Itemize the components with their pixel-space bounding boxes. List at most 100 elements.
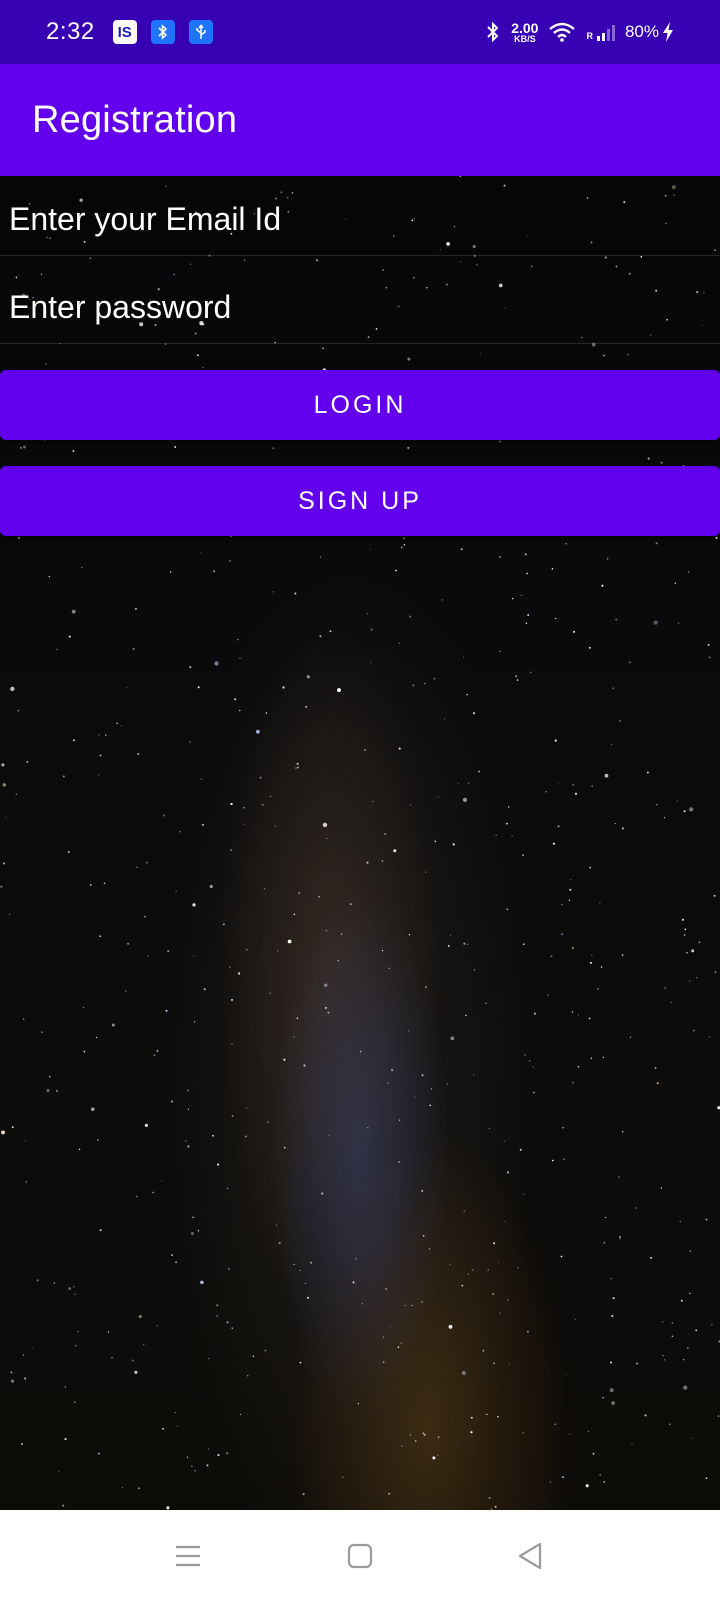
star [306,675,310,679]
star [585,1484,589,1488]
star [121,1487,123,1489]
star [293,1263,295,1266]
sign-up-button[interactable]: SIGN UP [0,466,720,536]
star [409,804,412,806]
back-button[interactable] [506,1532,554,1580]
star [382,1361,385,1364]
star [216,1304,219,1307]
star [274,825,277,827]
star [569,1433,571,1435]
star [461,1370,466,1376]
star [554,739,557,742]
star [144,1123,149,1128]
star [571,1011,574,1013]
star [507,1171,510,1174]
star [698,941,701,944]
star [631,1443,633,1445]
star [614,823,616,825]
star [223,923,225,926]
star [604,773,609,778]
signal-bar [606,29,610,41]
star [89,884,92,886]
star [99,935,102,937]
star [17,710,19,712]
star [654,1067,657,1069]
star [499,650,501,652]
star [708,1036,710,1038]
star [152,1191,154,1194]
star [245,1107,247,1109]
star [677,622,680,624]
star [388,967,390,970]
star [202,366,204,369]
star [421,1301,423,1303]
star [175,890,177,892]
star [401,1445,403,1447]
star [293,1036,295,1038]
star [361,1303,364,1305]
status-left: 2:32 IS [46,18,485,46]
star [590,1057,593,1060]
star [551,567,554,570]
star [192,903,196,907]
star [554,1423,556,1425]
star [572,784,574,786]
star [192,1216,194,1218]
star [381,949,384,952]
star [97,1139,99,1141]
star [194,1470,196,1472]
star [411,1304,413,1307]
star [337,688,341,693]
star [2,783,7,787]
star [62,775,65,778]
star [187,1145,190,1148]
star [191,1465,193,1467]
star [568,899,571,902]
star [571,947,574,950]
star [635,1206,638,1210]
star [621,827,624,830]
star [683,1385,688,1390]
star [467,782,470,784]
star [449,1264,451,1266]
star [264,1349,267,1352]
star [437,1436,440,1439]
battery-status: 80% [625,22,674,42]
star [421,1189,424,1192]
star [283,1146,286,1149]
star [45,363,47,365]
star [499,440,502,443]
star [671,1322,674,1324]
star [193,1021,196,1023]
star [190,1231,194,1236]
password-field[interactable] [9,289,720,326]
star [340,933,343,935]
star [526,1330,529,1333]
star [189,666,192,669]
recent-apps-button[interactable] [164,1532,212,1580]
star [126,687,128,689]
star [327,1011,330,1014]
star [136,866,138,868]
star [503,1140,505,1142]
login-button[interactable]: LOGIN [0,370,720,440]
star [243,824,245,826]
star [656,804,658,806]
home-button[interactable] [336,1532,384,1580]
star [449,934,452,936]
star [653,620,658,625]
star [246,948,248,951]
star [619,1236,621,1238]
usb-glyph [195,24,206,39]
star [395,569,398,572]
star [425,986,427,988]
star [522,943,525,946]
star [691,949,695,953]
star [237,639,239,641]
star [391,1069,394,1072]
star [31,1347,34,1349]
email-field[interactable] [9,201,720,238]
star [337,959,339,962]
star [612,687,615,690]
star [465,1014,467,1017]
